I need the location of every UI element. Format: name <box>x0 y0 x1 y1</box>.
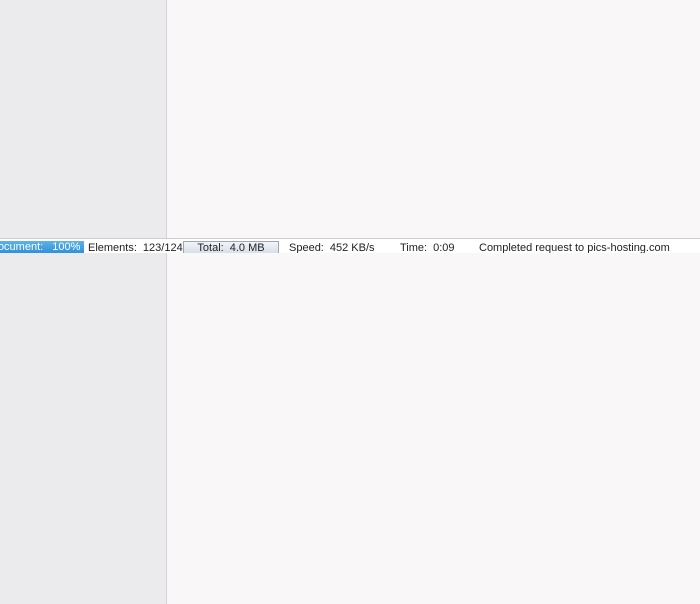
total-status-button[interactable]: Total: 4.0 MB <box>183 241 279 253</box>
document-label: Document: <box>0 241 44 253</box>
document-progress-bar: Document: 100% <box>0 241 84 253</box>
time-value: 0:09 <box>433 242 455 253</box>
status-bar: Document: 100% Elements: 123/124 Total: 4.… <box>0 238 700 253</box>
page-content-top <box>167 0 700 238</box>
page-content-bottom <box>167 253 700 604</box>
total-value: 4.0 MB <box>229 242 265 254</box>
speed-label: Speed: <box>289 242 324 253</box>
sidebar-panel-bottom <box>0 253 167 604</box>
speed-status: Speed: 452 KB/s <box>289 242 375 253</box>
sidebar-panel-top <box>0 0 167 238</box>
time-status: Time: 0:09 <box>400 242 455 253</box>
time-label: Time: <box>400 242 428 253</box>
elements-value: 123/124 <box>142 242 183 253</box>
elements-label: Elements: <box>88 242 137 253</box>
speed-value: 452 KB/s <box>329 242 375 253</box>
elements-status: Elements: 123/124 <box>88 242 183 253</box>
document-value: 100% <box>52 241 81 253</box>
total-label: Total: <box>197 242 224 254</box>
status-message: Completed request to pics-hosting.com <box>479 242 670 253</box>
